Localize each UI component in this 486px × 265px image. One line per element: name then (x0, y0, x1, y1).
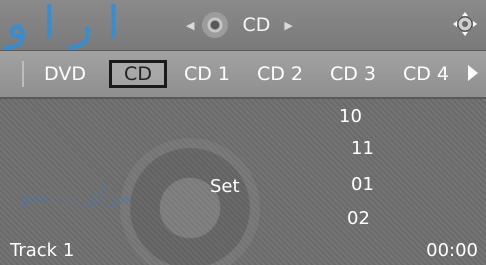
disc-icon (202, 12, 229, 38)
tab-cd-3[interactable]: CD 3 (323, 60, 383, 88)
tab-cd-2[interactable]: CD 2 (250, 60, 310, 88)
tab-cd-4[interactable]: CD 4 (396, 60, 456, 88)
triangle-left-icon[interactable]: ◀ (186, 19, 194, 32)
list-item[interactable]: 11 (351, 138, 374, 159)
tab-cd[interactable]: CD (109, 60, 167, 88)
joystick-icon[interactable] (453, 12, 477, 36)
source-title: CD (242, 14, 271, 36)
track-label: Track 1 (10, 240, 75, 261)
more-tabs-arrow-icon[interactable] (468, 65, 478, 81)
tab-dvd[interactable]: DVD (36, 60, 94, 88)
top-bar: ا ر ا و ◀ CD ▶ (0, 0, 486, 50)
list-item[interactable]: 10 (339, 106, 362, 127)
tab-cd-1[interactable]: CD 1 (177, 60, 237, 88)
watermark-logo: ا ر ا و (6, 0, 120, 50)
watermark-text: مرکز ... شو (20, 184, 132, 209)
source-selector[interactable]: ◀ CD ▶ (186, 12, 293, 38)
source-tabs: DVD CD CD 1 CD 2 CD 3 CD 4 (0, 50, 486, 99)
main-panel: مرکز ... شو Set 10 11 01 02 Track 1 00:0… (0, 98, 486, 265)
triangle-right-icon[interactable]: ▶ (284, 19, 292, 32)
list-item[interactable]: 02 (347, 208, 370, 229)
tab-separator (22, 61, 24, 87)
elapsed-time: 00:00 (426, 240, 478, 261)
set-label[interactable]: Set (210, 176, 240, 197)
list-item[interactable]: 01 (351, 174, 374, 195)
display-screen: ا ر ا و ◀ CD ▶ DVD CD CD 1 CD 2 CD 3 CD … (0, 0, 486, 265)
background-disc-graphic (120, 138, 260, 265)
